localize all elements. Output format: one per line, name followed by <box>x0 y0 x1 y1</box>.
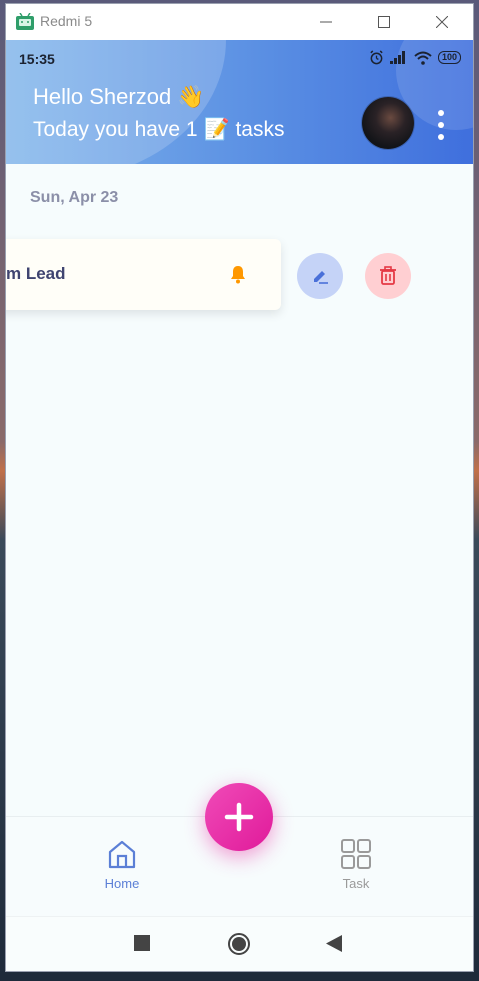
delete-task-button[interactable] <box>365 253 411 299</box>
grid-icon <box>341 839 371 869</box>
back-triangle-icon <box>326 935 342 952</box>
more-menu-button[interactable] <box>432 110 450 140</box>
phone-screen: 15:35 100 Hello Sherzod 👋 Today you have… <box>6 40 473 971</box>
recents-button[interactable] <box>134 935 150 956</box>
status-time: 15:35 <box>19 51 55 67</box>
close-icon <box>436 16 448 28</box>
square-icon <box>134 935 150 951</box>
more-dot-icon <box>438 134 444 140</box>
app-header: 15:35 100 Hello Sherzod 👋 Today you have… <box>6 40 473 164</box>
circle-icon <box>228 933 250 955</box>
system-navigation-bar <box>6 916 473 971</box>
system-home-button[interactable] <box>228 933 250 960</box>
nav-task-label: Task <box>342 876 370 891</box>
edit-icon <box>314 271 328 284</box>
greeting-line: Hello Sherzod 👋 <box>33 84 205 110</box>
greeting-text: Hello Sherzod <box>33 84 172 109</box>
task-count-text: Today you have 1 <box>33 118 198 141</box>
window-title: Redmi 5 <box>40 13 93 29</box>
alarm-icon <box>370 50 383 65</box>
tasks-word: tasks <box>235 118 285 141</box>
emulator-window: Redmi 5 15:35 100 Hello Sherzod 👋 Today … <box>6 4 473 971</box>
minimize-icon <box>320 21 332 23</box>
avatar[interactable] <box>362 97 414 149</box>
nav-home[interactable]: Home <box>92 839 152 891</box>
edit-task-button[interactable] <box>297 253 343 299</box>
plus-icon <box>224 802 254 832</box>
wifi-icon <box>414 51 432 65</box>
memo-emoji: 📝 <box>203 118 230 141</box>
bell-icon[interactable] <box>229 264 247 284</box>
signal-icon <box>389 51 405 64</box>
more-dot-icon <box>438 122 444 128</box>
status-icons: 100 <box>369 50 461 65</box>
android-emulator-icon <box>16 13 34 30</box>
home-icon <box>108 840 136 869</box>
task-count-line: Today you have 1 📝 tasks <box>33 118 284 142</box>
window-titlebar: Redmi 5 <box>6 4 473 40</box>
maximize-icon <box>378 16 390 28</box>
back-button[interactable] <box>326 935 342 957</box>
add-task-button[interactable] <box>205 783 273 851</box>
task-card[interactable]: m Lead <box>6 239 281 310</box>
task-title: m Lead <box>6 264 66 283</box>
minimize-button[interactable] <box>306 8 346 36</box>
maximize-button[interactable] <box>364 8 404 36</box>
battery-indicator: 100 <box>437 51 461 64</box>
nav-task[interactable]: Task <box>326 839 386 891</box>
trash-icon <box>380 266 396 285</box>
nav-home-label: Home <box>104 876 140 891</box>
date-label: Sun, Apr 23 <box>30 189 119 206</box>
wave-emoji: 👋 <box>177 84 205 109</box>
close-button[interactable] <box>422 8 462 36</box>
more-dot-icon <box>438 110 444 116</box>
